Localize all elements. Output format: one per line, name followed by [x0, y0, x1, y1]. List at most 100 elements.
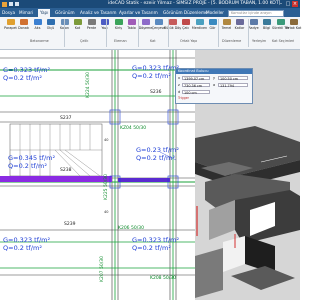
load-label-q: Q=0.2 tf/m² — [136, 154, 175, 162]
slab-label: S236 — [150, 90, 162, 95]
ribbon-tool-icon — [236, 19, 244, 25]
ribbon-tool-icon — [128, 19, 136, 25]
ribbon-button-15[interactable]: Tablo — [125, 19, 138, 30]
coord-x-field[interactable]: 1399.07 cm — [182, 75, 210, 81]
ribbon-button-16[interactable]: Çerçeve — [152, 19, 165, 30]
ribbon-tool-icon — [7, 19, 15, 25]
coord-z-field[interactable]: 730.36 cm — [182, 82, 210, 88]
ribbon-button-17[interactable]: Çatı — [179, 19, 192, 30]
ribbon-tool-icon — [196, 19, 204, 25]
search-placeholder: Komutlar içinde arayın — [231, 11, 272, 15]
ribbon-tool-icon — [250, 19, 258, 25]
load-label-g: G=0.323 tf/m² — [3, 66, 51, 74]
tab-yapi[interactable]: Yapı — [38, 9, 51, 17]
load-label-q: Q=0.2 tf/m² — [132, 72, 171, 80]
load-label-g: G=0.23 tf/m² — [136, 146, 179, 154]
ribbon-tool-icon — [34, 19, 42, 25]
ribbon-tool-icon — [74, 19, 82, 25]
undo-icon[interactable] — [15, 2, 19, 6]
minimize-button[interactable]: – — [278, 1, 284, 7]
ribbon-tool-icon — [182, 19, 190, 25]
dialog-title: Koordinat Bulucu — [178, 69, 209, 73]
ribbon-tool-icon — [20, 19, 28, 25]
coord-distance-field[interactable]: 100 cm — [182, 89, 210, 95]
ribbon-tool-icon — [169, 19, 177, 25]
dimension-label: 40 — [104, 210, 109, 214]
beam-label: K206 50/30 — [118, 226, 144, 231]
ribbon-tool-icon — [88, 19, 96, 25]
coord-label: z — [178, 83, 180, 87]
ribbon-tool-icon — [101, 19, 109, 25]
ribbon-button-13[interactable]: Kot — [71, 19, 84, 30]
ribbon-button-19[interactable]: Katlar — [233, 19, 246, 30]
ribbon-group-label: Eleman — [114, 39, 127, 43]
ribbon-separator — [64, 19, 65, 47]
ribbon-button-11[interactable]: Donatı — [17, 19, 30, 30]
ribbon-group-label: Kat — [150, 39, 156, 43]
slab-label: S239 — [64, 222, 76, 227]
slab-label: S237 — [60, 116, 72, 121]
ribbon-button-label: Ölçü — [46, 25, 55, 30]
ribbon-separator — [218, 19, 219, 47]
ribbon-separator — [248, 19, 249, 47]
slab-label: S238 — [60, 168, 72, 173]
ribbon-button-20[interactable]: Bilgi — [260, 19, 273, 30]
load-label-g: G=0.323 tf/m² — [3, 236, 51, 244]
tab-analiz[interactable]: Analiz ve Tasarım — [80, 10, 116, 15]
ribbon-tool-icon — [223, 19, 231, 25]
ribbon-button-14[interactable]: Yazı — [98, 19, 111, 30]
ribbon-button-label: Donatı — [18, 25, 29, 30]
ribbon-button-label: Kot — [74, 25, 81, 30]
ribbon-button-label: Yazı — [101, 25, 108, 30]
load-label-g: G=0.345 tf/m² — [8, 154, 56, 162]
ribbon-group-label: Çelik — [80, 39, 89, 43]
coord-label: d — [178, 90, 181, 94]
ribbon-tool-icon — [142, 19, 150, 25]
coord-label: y — [213, 76, 216, 80]
load-label-g: G=0.323 tf/m² — [132, 64, 180, 72]
ribbon-button-21[interactable]: Ortak Kat — [286, 19, 301, 30]
beam-label: K208 50/30 — [150, 276, 176, 281]
ribbon-tool-icon — [61, 19, 69, 25]
ribbon-group-label: Kat Seçimleri — [272, 39, 295, 43]
tab-modeller[interactable]: Modeller — [206, 10, 224, 15]
beam-label: K207 50/30 — [100, 256, 105, 282]
tab-dosya[interactable]: Dosya — [2, 10, 15, 15]
coord-label: x — [178, 76, 181, 80]
ribbon-tool-icon — [47, 19, 55, 25]
plan-drawing-canvas[interactable]: G=0.323 tf/m² Q=0.2 tf/m² G=0.323 tf/m² … — [0, 50, 195, 300]
tab-gorunum[interactable]: Görünüm — [55, 10, 75, 15]
load-label-q: Q=0.2 tf/m² — [132, 244, 171, 252]
coordinate-dialog[interactable]: Koordinat Bulucu x 1399.07 cm y 100.50 c… — [175, 68, 253, 104]
ribbon-group-label: Ortak Yapı — [180, 39, 198, 43]
load-label-q: Q=0.2 tf/m² — [8, 162, 47, 170]
dimension-label: 40 — [104, 138, 109, 142]
maximize-button[interactable]: □ — [285, 1, 291, 7]
load-label-q: Q=0.2 tf/m² — [3, 244, 42, 252]
ribbon-button-12[interactable]: Ölçü — [44, 19, 57, 30]
close-button[interactable]: × — [292, 1, 298, 7]
tab-gorunum-duzenleme[interactable]: Görünüm Düzenleme — [163, 10, 208, 15]
app-icon — [2, 1, 7, 7]
load-label-g: G=0.323 tf/m² — [132, 236, 180, 244]
search-input[interactable]: Komutlar içinde arayın — [228, 10, 284, 17]
tab-mimari[interactable]: Mimari — [19, 10, 33, 15]
beam-label: KZ04 50/30 — [120, 126, 147, 131]
beam-label: K225 50/30 — [104, 174, 109, 200]
dialog-header[interactable]: Koordinat Bulucu — [176, 69, 252, 74]
save-icon[interactable] — [9, 2, 13, 6]
ribbon-tool-icon — [277, 19, 285, 25]
coord-y-field[interactable]: 100.50 cm — [218, 75, 248, 81]
ribbon-button-label: Bilgi — [262, 25, 271, 30]
coord-angle-field[interactable]: 131.794 — [218, 82, 248, 88]
dialog-status: Trigger — [178, 96, 189, 100]
plan-drawing — [0, 50, 195, 300]
ribbon-tool-icon — [290, 19, 298, 25]
ribbon-group-label: Yerleşim — [252, 39, 267, 43]
ribbon-separator — [106, 19, 107, 47]
window-title: ideCAD Statik - ezeiir Yilmaz - SIMSIZ P… — [108, 1, 281, 6]
coord-label: a — [213, 83, 216, 87]
ribbon-separator — [168, 19, 169, 47]
tab-ayarlar[interactable]: Ayarlar ve Tasarım — [119, 10, 158, 15]
ribbon-button-label: Katlar — [234, 25, 245, 30]
